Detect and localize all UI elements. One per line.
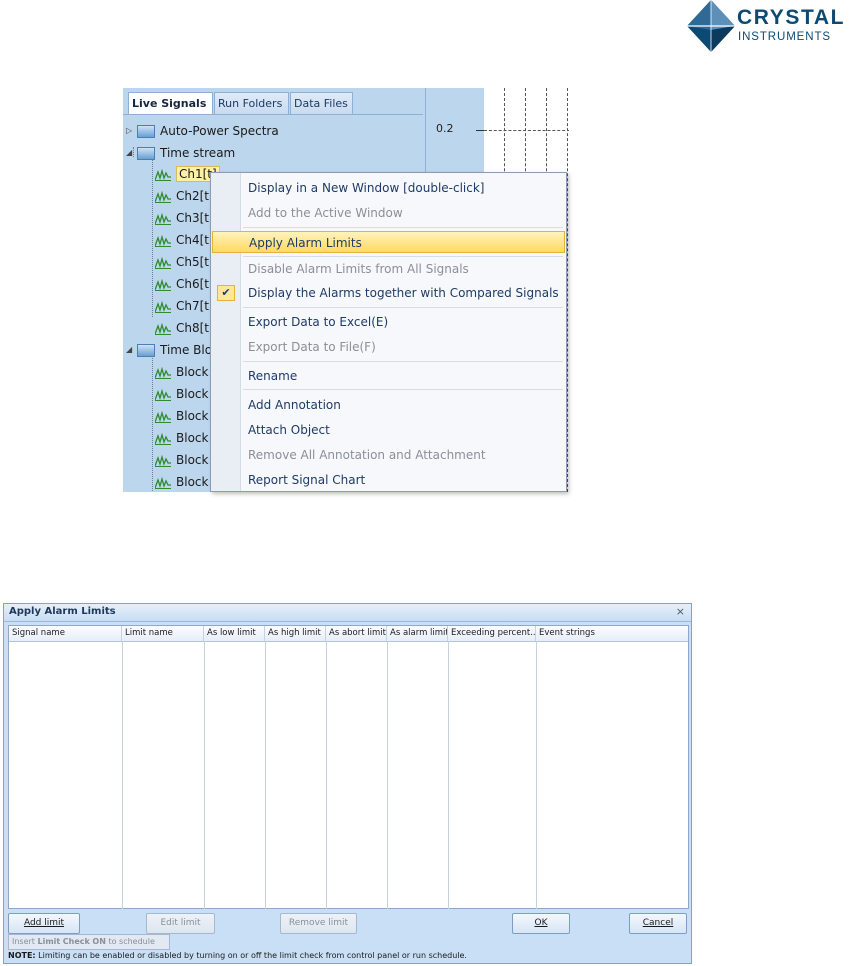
crystal-diamond-icon — [687, 0, 735, 52]
col-signal-name[interactable]: Signal name — [9, 626, 122, 641]
col-as-alarm-limit[interactable]: As alarm limit — [387, 626, 448, 641]
insert-limit-check-button[interactable]: Insert Limit Check ON to schedule — [8, 934, 170, 950]
grid-line — [567, 88, 568, 492]
waveform-icon — [155, 432, 171, 445]
waveform-icon — [155, 212, 171, 225]
tree-item-block-6[interactable]: Block — [155, 471, 208, 492]
remove-limit-button[interactable]: Remove limit — [280, 913, 357, 934]
tab-data-files[interactable]: Data Files — [290, 92, 353, 114]
menu-separator — [243, 227, 563, 228]
alarm-limits-table: Signal name Limit name As low limit As h… — [8, 625, 689, 909]
cancel-button[interactable]: Cancel — [629, 913, 687, 934]
waveform-icon — [155, 454, 171, 467]
menu-item-add-to-active-window[interactable]: Add to the Active Window — [212, 202, 565, 224]
tree-item-ch3[interactable]: Ch3[t — [155, 207, 209, 229]
menu-item-remove-annotations[interactable]: Remove All Annotation and Attachment — [212, 444, 565, 466]
edit-limit-button[interactable]: Edit limit — [146, 913, 215, 934]
tree-item-ch6[interactable]: Ch6[t — [155, 273, 209, 295]
waveform-icon — [155, 366, 171, 379]
signal-context-menu: Display in a New Window [double-click] A… — [210, 172, 567, 492]
tree-item-ch4[interactable]: Ch4[t — [155, 229, 209, 251]
tree-item-ch8[interactable]: Ch8[t — [155, 317, 209, 339]
menu-item-attach-object[interactable]: Attach Object — [212, 419, 565, 441]
column-divider — [448, 641, 449, 909]
waveform-icon — [155, 410, 171, 423]
y-tick-label: 0.2 — [436, 122, 454, 135]
column-divider — [387, 641, 388, 909]
menu-item-export-file[interactable]: Export Data to File(F) — [212, 336, 565, 358]
tree-item-time-stream[interactable]: ◢ Time stream — [126, 142, 235, 164]
col-exceeding-percent[interactable]: Exceeding percent... — [448, 626, 536, 641]
signal-tabs: Live Signals Run Folders Data Files — [128, 92, 424, 114]
ok-button[interactable]: OK — [512, 913, 570, 934]
tree-item-auto-power-spectra[interactable]: ▷ Auto-Power Spectra — [126, 120, 279, 142]
waveform-icon — [155, 278, 171, 291]
tree-item-block-3[interactable]: Block — [155, 405, 208, 427]
menu-separator — [243, 389, 563, 390]
col-event-strings[interactable]: Event strings — [536, 626, 688, 641]
menu-separator — [243, 307, 563, 308]
logo-text-instruments: INSTRUMENTS — [738, 31, 831, 43]
waveform-icon — [155, 300, 171, 313]
grid-line — [484, 130, 569, 131]
menu-item-export-excel[interactable]: Export Data to Excel(E) — [212, 311, 565, 333]
waveform-icon — [155, 476, 171, 489]
column-divider — [265, 641, 266, 909]
column-divider — [122, 641, 123, 909]
menu-item-apply-alarm-limits[interactable]: Apply Alarm Limits — [212, 231, 565, 253]
waveform-icon — [155, 190, 171, 203]
column-divider — [204, 641, 205, 909]
add-limit-button[interactable]: Add limit — [8, 913, 80, 934]
menu-item-report-signal-chart[interactable]: Report Signal Chart — [212, 469, 565, 491]
tab-live-signals[interactable]: Live Signals — [128, 92, 213, 114]
menu-separator — [243, 361, 563, 362]
menu-item-display-new-window[interactable]: Display in a New Window [double-click] — [212, 177, 565, 199]
crystal-instruments-logo: CRYSTAL INSTRUMENTS — [685, 0, 863, 52]
waveform-icon — [155, 256, 171, 269]
signal-group-icon — [137, 147, 155, 160]
menu-separator — [243, 256, 563, 257]
tree-item-block-5[interactable]: Block — [155, 449, 208, 471]
menu-item-rename[interactable]: Rename — [212, 365, 565, 387]
tree-item-ch7[interactable]: Ch7[t — [155, 295, 209, 317]
collapse-arrow-icon[interactable]: ◢ — [126, 339, 132, 361]
signal-group-icon — [137, 125, 155, 138]
close-icon[interactable]: × — [676, 605, 685, 618]
signal-group-icon — [137, 344, 155, 357]
menu-item-display-alarms-compared[interactable]: ✔ Display the Alarms together with Compa… — [212, 282, 565, 304]
waveform-icon — [155, 322, 171, 335]
col-as-high-limit[interactable]: As high limit — [265, 626, 326, 641]
waveform-icon — [155, 168, 171, 181]
dialog-title-bar: Apply Alarm Limits × — [4, 604, 691, 622]
tree-item-ch2[interactable]: Ch2[t — [155, 185, 209, 207]
column-divider — [536, 641, 537, 909]
check-icon: ✔ — [217, 285, 235, 301]
col-as-abort-limit[interactable]: As abort limit — [326, 626, 387, 641]
column-divider — [326, 641, 327, 909]
logo-text-crystal: CRYSTAL — [737, 6, 846, 29]
waveform-icon — [155, 388, 171, 401]
tree-item-ch5[interactable]: Ch5[t — [155, 251, 209, 273]
tree-item-block-1[interactable]: Block — [155, 361, 208, 383]
dialog-title: Apply Alarm Limits — [9, 606, 116, 617]
limit-note: NOTE: Limiting can be enabled or disable… — [8, 951, 467, 960]
col-limit-name[interactable]: Limit name — [122, 626, 204, 641]
col-as-low-limit[interactable]: As low limit — [204, 626, 265, 641]
waveform-icon — [155, 234, 171, 247]
collapse-arrow-icon[interactable]: ◢ — [126, 142, 132, 164]
expand-arrow-icon[interactable]: ▷ — [126, 120, 132, 142]
tree-item-block-4[interactable]: Block — [155, 427, 208, 449]
table-header: Signal name Limit name As low limit As h… — [9, 626, 688, 642]
menu-item-add-annotation[interactable]: Add Annotation — [212, 394, 565, 416]
tree-item-time-blocks[interactable]: ◢ Time Blo — [126, 339, 212, 361]
apply-alarm-limits-dialog: Apply Alarm Limits × Signal name Limit n… — [3, 603, 692, 964]
menu-item-disable-alarm-limits[interactable]: Disable Alarm Limits from All Signals — [212, 258, 565, 280]
tab-run-folders[interactable]: Run Folders — [214, 92, 289, 114]
tree-item-block-2[interactable]: Block — [155, 383, 208, 405]
